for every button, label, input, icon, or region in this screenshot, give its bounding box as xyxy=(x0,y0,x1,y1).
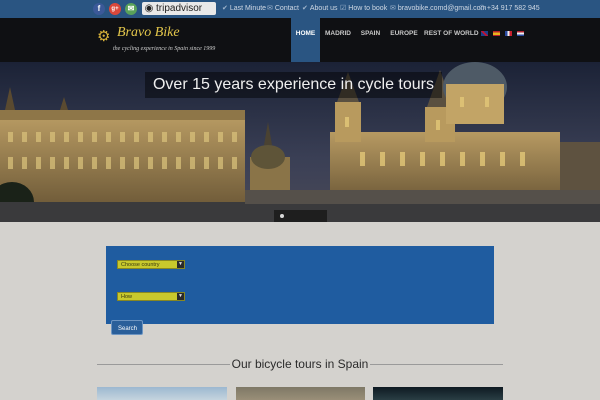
country-select[interactable]: Choose country ▼ xyxy=(117,260,185,269)
check-icon: ✔ xyxy=(222,5,228,12)
how-select-value: How xyxy=(121,294,133,300)
top-link-phone[interactable]: ✆ +34 917 582 945 xyxy=(479,3,540,15)
nav-item-spain[interactable]: SPAIN xyxy=(357,18,384,62)
hero-title: Over 15 years experience in cycle tours xyxy=(145,72,442,98)
top-link-label: +34 917 582 945 xyxy=(486,5,540,12)
site-logo[interactable]: ⚙ Bravo Bike the cycling experience in S… xyxy=(97,23,267,57)
logo-name: Bravo Bike xyxy=(117,25,180,40)
nav-item-madrid[interactable]: MADRID xyxy=(324,18,352,62)
top-link-how-to-book[interactable]: ☑ How to book xyxy=(340,3,387,15)
tripadvisor-label: tripadvisor xyxy=(156,3,203,14)
phone-icon: ✆ xyxy=(479,5,485,12)
owl-icon: ◉ xyxy=(144,3,154,14)
how-select[interactable]: How ▼ xyxy=(117,292,185,301)
checkbox-icon: ☑ xyxy=(340,5,347,12)
flag-uk-icon[interactable] xyxy=(481,31,488,36)
top-link-label: Last Minute xyxy=(229,5,267,12)
slider-dot[interactable] xyxy=(280,214,284,218)
mail-icon[interactable]: ✉ xyxy=(125,3,137,15)
mail-icon: ✉ xyxy=(390,5,396,12)
top-link-email[interactable]: ✉ bravobike.comd@gmail.com xyxy=(390,3,486,15)
logo-tagline: the cycling experience in Spain since 19… xyxy=(113,46,216,52)
top-link-label: bravobike.comd@gmail.com xyxy=(397,5,487,12)
mail-icon: ✉ xyxy=(267,5,273,12)
tripadvisor-logo[interactable]: ◉ tripadvisor xyxy=(142,2,216,15)
top-link-label: How to book xyxy=(348,5,388,12)
chevron-down-icon: ▼ xyxy=(177,293,184,300)
search-button[interactable]: Search xyxy=(111,320,143,335)
bicycle-icon: ⚙ xyxy=(97,28,111,45)
tour-search-panel xyxy=(106,246,494,324)
flag-france-icon[interactable] xyxy=(505,31,512,36)
check-icon: ✔ xyxy=(302,5,308,12)
slider-pagination xyxy=(274,210,327,222)
top-link-about-us[interactable]: ✔ About us xyxy=(302,3,338,15)
nav-item-home[interactable]: HOME xyxy=(291,18,320,62)
top-link-label: About us xyxy=(309,5,338,12)
tour-card-image[interactable] xyxy=(97,387,227,400)
facebook-icon[interactable]: f xyxy=(93,3,105,15)
chevron-down-icon: ▼ xyxy=(177,261,184,268)
flag-netherlands-icon[interactable] xyxy=(517,31,524,36)
google-plus-icon[interactable]: g+ xyxy=(109,3,121,15)
country-select-value: Choose country xyxy=(121,262,160,268)
tour-card-image[interactable] xyxy=(236,387,365,400)
top-link-last-minute[interactable]: ✔ Last Minute xyxy=(222,3,266,15)
top-link-contact[interactable]: ✉ Contact xyxy=(267,3,299,15)
flag-spain-icon[interactable] xyxy=(493,31,500,36)
nav-item-europe[interactable]: EUROPE xyxy=(389,18,419,62)
top-link-label: Contact xyxy=(274,5,299,12)
tour-card-image[interactable] xyxy=(373,387,503,400)
tours-section-heading: Our bicycle tours in Spain xyxy=(231,357,369,371)
nav-item-rest-of-world[interactable]: REST OF WORLD xyxy=(424,18,479,62)
